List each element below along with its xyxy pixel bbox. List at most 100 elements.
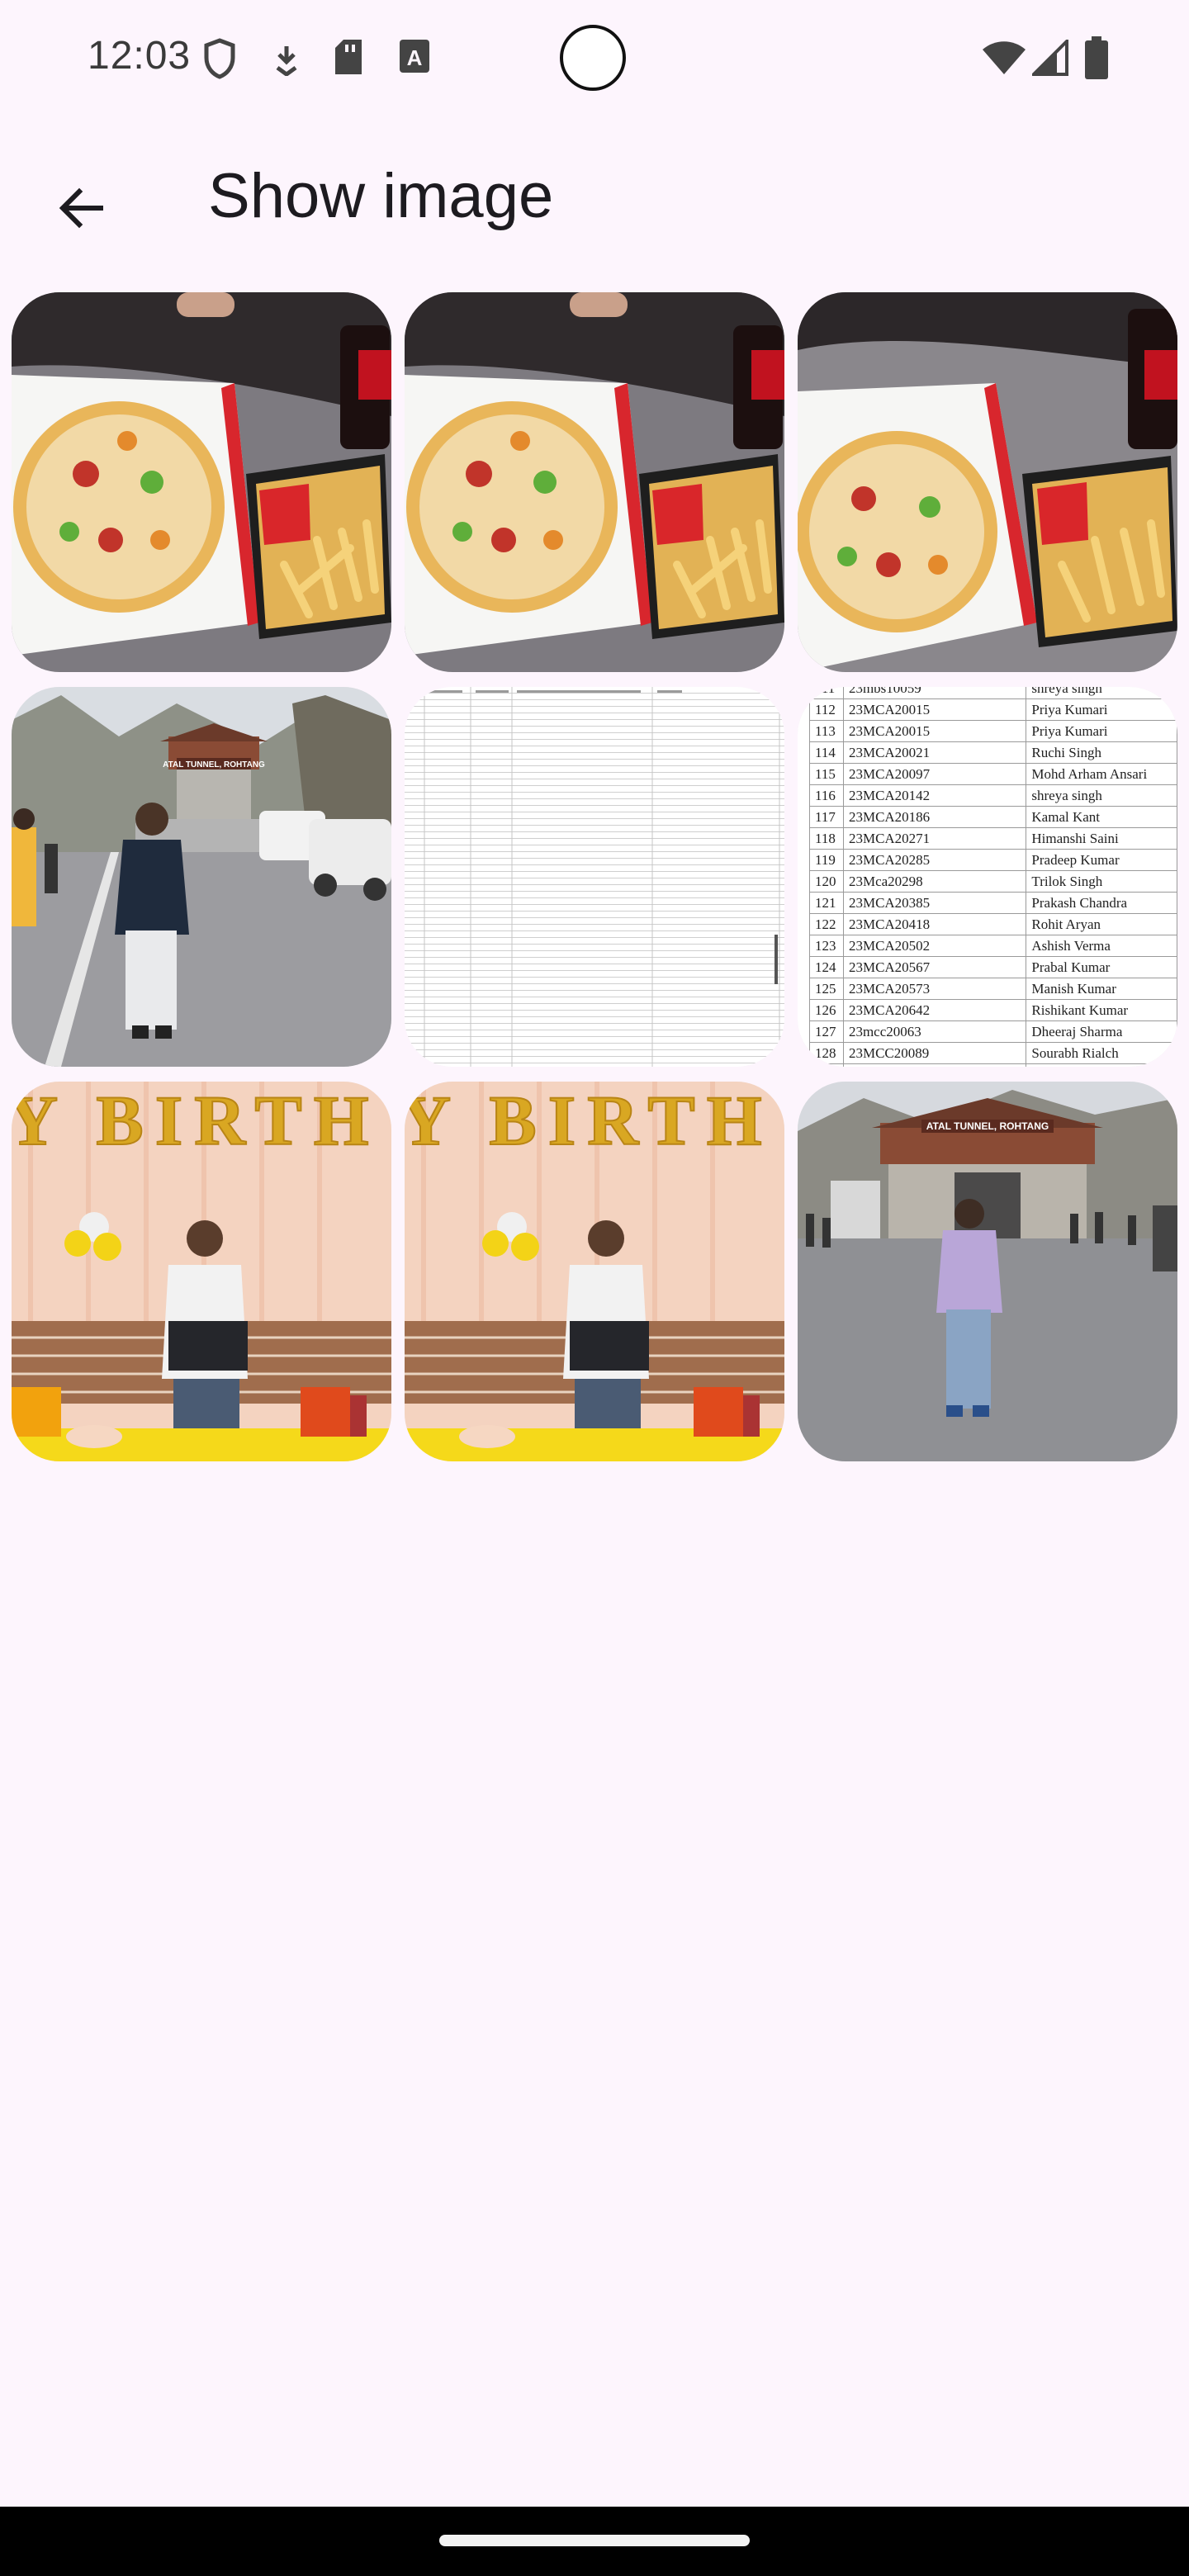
table-cell-roll: 23MCA20015 <box>842 720 1027 742</box>
table-cell-name: Ashish Verma <box>1026 935 1177 957</box>
table-cell-roll: 23MCA20285 <box>842 849 1027 871</box>
system-navigation-bar <box>0 2507 1189 2576</box>
status-bar: 12:03 A <box>0 0 1189 117</box>
gallery-image-tunnel[interactable]: ATAL TUNNEL, ROHTANG <box>798 1082 1177 1461</box>
table-cell-roll: 23MCA20186 <box>842 806 1027 828</box>
table-row: 126 23MCA20642 Rishikant Kumar <box>809 999 1177 1021</box>
birthday-photo: Y BIRTH <box>405 1082 784 1461</box>
gallery-image-tunnel[interactable]: ATAL TUNNEL, ROHTANG <box>12 687 391 1067</box>
text-recognition-icon: A <box>398 38 431 78</box>
table-cell-roll: 23MDA10037 <box>842 1063 1027 1067</box>
table-cell-name: shreya singh <box>1026 687 1177 699</box>
pizza-photo <box>798 292 1177 672</box>
table-cell-roll: 23MCA20573 <box>842 978 1027 1000</box>
table-cell-roll: 23MCA20418 <box>842 913 1027 935</box>
table-cell-name: Priya Kumari <box>1026 698 1177 721</box>
gallery-image-pizza[interactable] <box>12 292 391 672</box>
table-cell-no: 114 <box>809 741 844 764</box>
table-cell-name: Rohit Aryan <box>1026 913 1177 935</box>
gallery-image-birthday[interactable]: Y BIRTH <box>12 1082 391 1461</box>
table-cell-no: 113 <box>809 720 844 742</box>
table-cell-no: 117 <box>809 806 844 828</box>
svg-text:ATAL TUNNEL, ROHTANG: ATAL TUNNEL, ROHTANG <box>163 760 265 769</box>
status-time: 12:03 <box>88 34 192 78</box>
gallery-image-pizza[interactable] <box>798 292 1177 672</box>
table-cell-name: Mohd Arham Ansari <box>1026 763 1177 785</box>
table-cell-roll: 23MCA20021 <box>842 741 1027 764</box>
table-row: 112 23MCA20015 Priya Kumari <box>809 698 1177 721</box>
table-cell-roll: 23MCA20015 <box>842 698 1027 721</box>
svg-text:A: A <box>407 45 423 70</box>
student-list-scan: 111 23mbs10059 shreya singh 112 23MCA20015 Pr… <box>798 687 1177 1067</box>
camera-cutout <box>560 25 626 91</box>
battery-icon <box>1085 36 1108 83</box>
student-table: 111 23mbs10059 shreya singh 112 23MCA20015 Pr… <box>809 687 1177 1067</box>
table-cell-no: 125 <box>809 978 844 1000</box>
table-row: 120 23Mca20298 Trilok Singh <box>809 870 1177 893</box>
table-row: 111 23mbs10059 shreya singh <box>809 687 1177 699</box>
back-button[interactable] <box>41 168 121 248</box>
table-row: 115 23MCA20097 Mohd Arham Ansari <box>809 763 1177 785</box>
table-row: 123 23MCA20502 Ashish Verma <box>809 935 1177 957</box>
document-scan <box>405 687 784 1067</box>
table-cell-no: 122 <box>809 913 844 935</box>
arrow-back-icon <box>59 187 103 229</box>
document-columns <box>424 687 780 1067</box>
table-cell-no: 115 <box>809 763 844 785</box>
download-arrow-icon <box>272 43 301 80</box>
home-gesture-handle[interactable] <box>439 2535 750 2546</box>
table-row: 121 23MCA20385 Prakash Chandra <box>809 892 1177 914</box>
table-cell-name: Pradeep Kumar <box>1026 849 1177 871</box>
table-row: 113 23MCA20015 Priya Kumari <box>809 720 1177 742</box>
table-row: 12923MDA10037Vishal Rana <box>809 1063 1177 1067</box>
shield-icon <box>203 38 236 83</box>
svg-text:Y BIRTH: Y BIRTH <box>405 1082 774 1160</box>
table-cell-roll: 23MCA20567 <box>842 956 1027 978</box>
table-cell-roll: 23MCC20089 <box>842 1042 1027 1064</box>
gallery-image-pizza[interactable] <box>405 292 784 672</box>
table-cell-no: 121 <box>809 892 844 914</box>
table-cell-name: Dheeraj Sharma <box>1026 1020 1177 1043</box>
table-row: 114 23MCA20021 Ruchi Singh <box>809 741 1177 764</box>
table-cell-name: Prabal Kumar <box>1026 956 1177 978</box>
gallery-image-birthday[interactable]: Y BIRTH <box>405 1082 784 1461</box>
person-at-tunnel-photo: ATAL TUNNEL, ROHTANG <box>798 1082 1177 1461</box>
table-row: 128 23MCC20089 Sourabh Rialch <box>809 1042 1177 1064</box>
table-cell-no: 120 <box>809 870 844 893</box>
table-row: 122 23MCA20418 Rohit Aryan <box>809 913 1177 935</box>
table-row: 127 23mcc20063 Dheeraj Sharma <box>809 1020 1177 1043</box>
svg-text:ATAL TUNNEL, ROHTANG: ATAL TUNNEL, ROHTANG <box>926 1120 1049 1132</box>
table-row: 124 23MCA20567 Prabal Kumar <box>809 956 1177 978</box>
pizza-photo <box>405 292 784 672</box>
table-cell-name: Prakash Chandra <box>1026 892 1177 914</box>
gallery-image-student-list[interactable]: 111 23mbs10059 shreya singh 112 23MCA20015 Pr… <box>798 687 1177 1067</box>
table-cell-roll: 23mcc20063 <box>842 1020 1027 1043</box>
table-cell-name: shreya singh <box>1026 784 1177 807</box>
table-cell-no: 124 <box>809 956 844 978</box>
table-row: 118 23MCA20271 Himanshi Saini <box>809 827 1177 850</box>
table-cell-roll: 23MCA20502 <box>842 935 1027 957</box>
table-row: 119 23MCA20285 Pradeep Kumar <box>809 849 1177 871</box>
birthday-photo: Y BIRTH <box>12 1082 391 1461</box>
table-cell-no: 119 <box>809 849 844 871</box>
table-cell-no: 116 <box>809 784 844 807</box>
sd-card-icon <box>334 38 363 80</box>
table-cell-no: 128 <box>809 1042 844 1064</box>
table-cell-no: 112 <box>809 698 844 721</box>
gallery-image-document[interactable] <box>405 687 784 1067</box>
table-cell-no: 129 <box>809 1063 844 1067</box>
table-cell-roll: 23MCA20142 <box>842 784 1027 807</box>
table-cell-name: Kamal Kant <box>1026 806 1177 828</box>
table-cell-name: Trilok Singh <box>1026 870 1177 893</box>
top-app-bar: Show image <box>0 117 1189 282</box>
table-cell-roll: 23MCA20097 <box>842 763 1027 785</box>
table-cell-no: 111 <box>809 687 844 699</box>
page-title: Show image <box>208 161 554 231</box>
table-cell-name: Sourabh Rialch <box>1026 1042 1177 1064</box>
table-cell-roll: 23MCA20271 <box>842 827 1027 850</box>
image-grid: ATAL TUNNEL, ROHTANG 111 23mbs10059 shre… <box>12 292 1177 1461</box>
table-cell-no: 127 <box>809 1020 844 1043</box>
table-cell-name: Priya Kumari <box>1026 720 1177 742</box>
table-cell-name: Vishal Rana <box>1026 1063 1177 1067</box>
table-cell-no: 123 <box>809 935 844 957</box>
